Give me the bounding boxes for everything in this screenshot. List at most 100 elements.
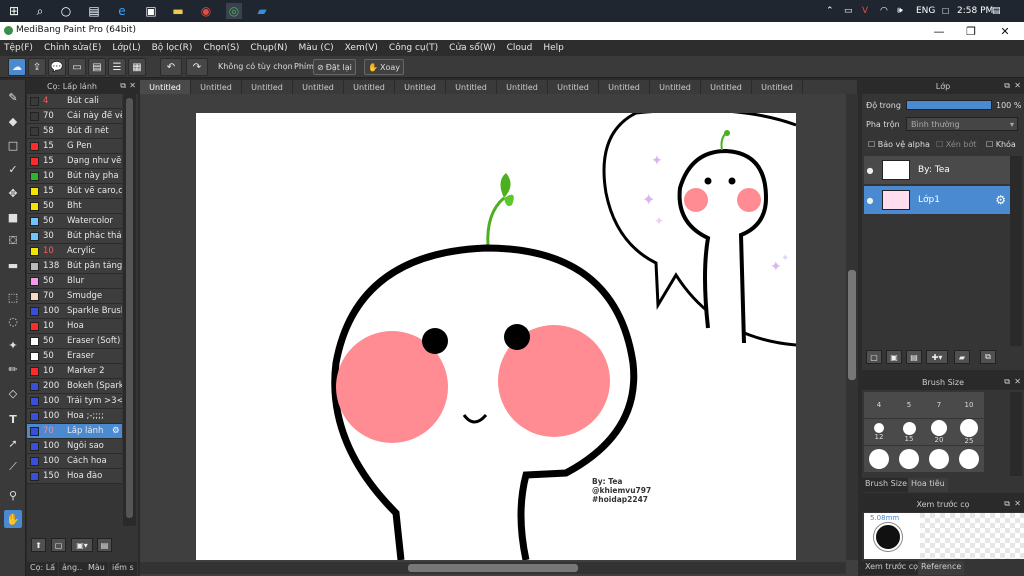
brush-size-cell[interactable] bbox=[894, 446, 924, 472]
menu-window[interactable]: Cửa sổ(W) bbox=[449, 43, 495, 53]
notifications-icon[interactable]: ▤ bbox=[992, 0, 1001, 22]
doc-tab[interactable]: Untitled bbox=[395, 80, 446, 94]
tab-brush-size[interactable]: Brush Size bbox=[862, 478, 911, 492]
brush-size-cell[interactable]: 20 bbox=[924, 419, 954, 445]
clipping-checkbox[interactable]: ☐ Xén bớt bbox=[936, 140, 976, 149]
doc-tab[interactable]: Untitled bbox=[446, 80, 497, 94]
cortana-icon[interactable]: ○ bbox=[58, 3, 74, 19]
protect-alpha-checkbox[interactable]: ☐ Bảo vệ alpha bbox=[868, 140, 930, 149]
layer-row-selected[interactable]: ● Lớp1 ⚙ bbox=[864, 186, 1010, 214]
popout-icon[interactable]: ⧉ bbox=[120, 81, 126, 91]
new-halftone-layer-icon[interactable]: ▣ bbox=[886, 350, 902, 364]
canvas-vertical-scrollbar[interactable] bbox=[846, 94, 858, 560]
close-panel-icon[interactable]: ✕ bbox=[1014, 499, 1021, 508]
brush-row[interactable]: 50 Bht bbox=[27, 199, 122, 214]
brush-tool-icon[interactable]: ✎ bbox=[4, 88, 22, 106]
reset-button[interactable]: ⊘ Đặt lại bbox=[313, 59, 356, 75]
select-eraser-tool-icon[interactable]: ◇ bbox=[4, 384, 22, 402]
doc-tab[interactable]: Untitled bbox=[140, 80, 191, 94]
popout-icon[interactable]: ⧉ bbox=[1004, 81, 1010, 91]
brush-menu-icon[interactable]: ▣▾ bbox=[71, 538, 93, 552]
eyedropper-tool-icon[interactable]: ⚲ bbox=[4, 486, 22, 504]
task-view-icon[interactable]: ▤ bbox=[86, 3, 102, 19]
menu-color[interactable]: Màu (C) bbox=[299, 43, 334, 53]
popout-icon[interactable]: ⧉ bbox=[1004, 377, 1010, 387]
brush-size-cell[interactable] bbox=[864, 446, 894, 472]
move-tool-icon[interactable]: ✥ bbox=[4, 184, 22, 202]
brush-size-cell[interactable]: 4 bbox=[864, 392, 894, 418]
brush-size-cell[interactable]: 7 bbox=[924, 392, 954, 418]
grid-icon[interactable]: ▦ bbox=[128, 58, 146, 76]
brush-settings-icon[interactable]: ▤ bbox=[97, 538, 112, 552]
brush-row[interactable]: 50 Eraser bbox=[27, 349, 122, 364]
operation-tool-icon[interactable]: ➚ bbox=[4, 434, 22, 452]
tab-brush-preview[interactable]: Xem trước cọ bbox=[862, 561, 922, 575]
vivaldi-tray-icon[interactable]: V bbox=[862, 0, 868, 22]
brush-list-scrollbar[interactable] bbox=[123, 94, 136, 526]
ime-icon[interactable]: ☐ bbox=[942, 0, 949, 22]
brush-row-selected[interactable]: 70 Lấp lánh ⚙ bbox=[27, 424, 122, 439]
new-brush-icon[interactable]: ▢ bbox=[51, 538, 66, 552]
volume-icon[interactable]: 🕪 bbox=[897, 0, 903, 22]
menu-filter[interactable]: Bộ lọc(R) bbox=[152, 43, 193, 53]
brush-row[interactable]: 50 Eraser (Soft) bbox=[27, 334, 122, 349]
popout-icon[interactable]: ⧉ bbox=[1004, 499, 1010, 509]
brush-row[interactable]: 15 Bút vẽ caro,c bbox=[27, 184, 122, 199]
rotate-button[interactable]: ✋ Xoay bbox=[364, 59, 404, 75]
brush-row[interactable]: 10 Acrylic bbox=[27, 244, 122, 259]
doc-tab[interactable]: Untitled bbox=[293, 80, 344, 94]
select-tool-icon[interactable]: ⬚ bbox=[4, 288, 22, 306]
brush-row[interactable]: 30 Bút phác thả bbox=[27, 229, 122, 244]
menu-select[interactable]: Chọn(S) bbox=[203, 43, 239, 53]
brush-row[interactable]: 10 Hoa bbox=[27, 319, 122, 334]
brush-row[interactable]: 70 Cái này để vẽ bbox=[27, 109, 122, 124]
tab-brush[interactable]: Cọ: Lấ bbox=[27, 562, 59, 576]
brush-row[interactable]: 70 Smudge bbox=[27, 289, 122, 304]
new-layer-icon[interactable]: ▢ bbox=[866, 350, 882, 364]
brush-size-cell[interactable]: 5 bbox=[894, 392, 924, 418]
doc-tab[interactable]: Untitled bbox=[599, 80, 650, 94]
windows-start-icon[interactable]: ⊞ bbox=[6, 3, 22, 19]
brush-row[interactable]: 10 Marker 2 bbox=[27, 364, 122, 379]
tab-reference[interactable]: Reference bbox=[918, 561, 965, 575]
brush-size-cell[interactable]: 15 bbox=[894, 419, 924, 445]
brush-size-cell[interactable]: 12 bbox=[864, 419, 894, 445]
doc-tab[interactable]: Untitled bbox=[701, 80, 752, 94]
tab-navigator[interactable]: Hoa tiêu bbox=[908, 478, 948, 492]
edge-icon[interactable]: e bbox=[114, 3, 130, 19]
tab-palette[interactable]: ảng.. bbox=[59, 562, 86, 576]
doc-tab[interactable]: Untitled bbox=[344, 80, 395, 94]
undo-icon[interactable]: ↶ bbox=[160, 58, 182, 76]
brush-size-cell[interactable] bbox=[954, 446, 984, 472]
brush-size-cell[interactable]: 10 bbox=[954, 392, 984, 418]
comment-icon[interactable]: 💬 bbox=[48, 58, 66, 76]
file-explorer-icon[interactable]: ▬ bbox=[170, 3, 186, 19]
divide-tool-icon[interactable]: ⟋ bbox=[4, 458, 22, 476]
close-button[interactable]: ✕ bbox=[990, 22, 1020, 40]
magic-wand-tool-icon[interactable]: ✦ bbox=[4, 336, 22, 354]
chrome-icon[interactable]: ◉ bbox=[198, 3, 214, 19]
redo-icon[interactable]: ↷ bbox=[186, 58, 208, 76]
drawing-canvas[interactable]: ✦ ✦ ✦ ✦ ✦ By: Tea @khiemvu797 #hoidap224… bbox=[196, 113, 796, 560]
brush-row[interactable]: 138 Bút pân táng bbox=[27, 259, 122, 274]
menu-cloud[interactable]: Cloud bbox=[507, 43, 533, 53]
gradient-tool-icon[interactable]: ▬ bbox=[4, 256, 22, 274]
menu-help[interactable]: Help bbox=[543, 43, 564, 53]
bucket-tool-icon[interactable]: ⛋ bbox=[4, 232, 22, 250]
new-8bit-layer-icon[interactable]: ▤ bbox=[906, 350, 922, 364]
add-brush-icon[interactable]: ⬆ bbox=[31, 538, 46, 552]
eye-icon[interactable]: ● bbox=[864, 166, 876, 175]
close-panel-icon[interactable]: ✕ bbox=[1014, 377, 1021, 386]
lasso-tool-icon[interactable]: ◌ bbox=[4, 312, 22, 330]
doc-tab[interactable]: Untitled bbox=[242, 80, 293, 94]
menu-file[interactable]: Tệp(F) bbox=[4, 43, 33, 53]
brush-row[interactable]: 4 Bút cali bbox=[27, 94, 122, 109]
select-pen-tool-icon[interactable]: ✏ bbox=[4, 360, 22, 378]
menu-edit[interactable]: Chỉnh sửa(E) bbox=[44, 43, 101, 53]
menu-tools[interactable]: Công cụ(T) bbox=[389, 43, 438, 53]
opacity-slider[interactable] bbox=[906, 100, 992, 110]
doc-tab[interactable]: Untitled bbox=[650, 80, 701, 94]
brush-row[interactable]: 15 Dạng như vẽ bbox=[27, 154, 122, 169]
brush-size-cell[interactable] bbox=[924, 446, 954, 472]
brush-row[interactable]: 150 Hoa đào bbox=[27, 469, 122, 484]
